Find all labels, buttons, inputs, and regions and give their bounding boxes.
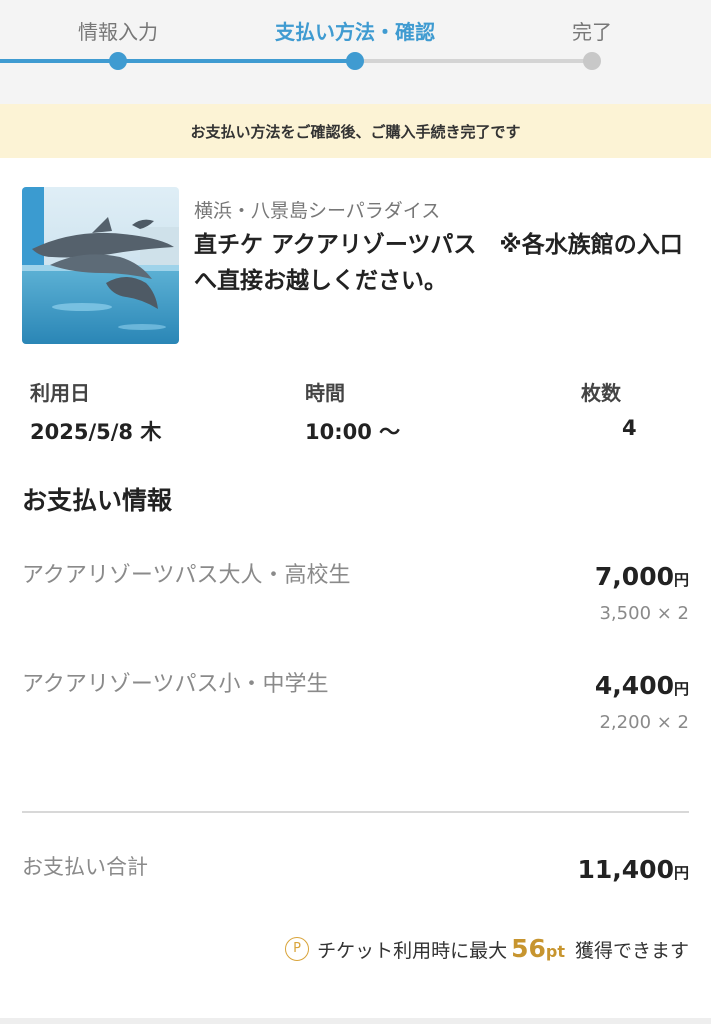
step-1-dot (109, 52, 127, 70)
total-price: 11,400円 (578, 855, 690, 884)
step-3-label: 完了 (572, 20, 612, 44)
total-label: お支払い合計 (22, 855, 148, 879)
step-progress-line-done (0, 59, 355, 63)
line-item-amount: 4,400 (594, 671, 674, 700)
date-value: 2025/5/8 木 (30, 420, 162, 444)
line-item-price: 4,400円 (595, 671, 689, 700)
points-suffix: 獲得できます (574, 940, 689, 962)
product-title: 直チケ アクアリゾーツパス ※各水族館の入口へ直接お越しください。 (194, 232, 683, 294)
dolphin-photo-icon (22, 187, 179, 344)
bottom-edge (0, 1018, 711, 1024)
line-item-name: アクアリゾーツパス小・中学生 (22, 672, 329, 697)
step-2-label: 支払い方法・確認 (275, 20, 435, 44)
divider (22, 811, 689, 813)
line-item-name: アクアリゾーツパス大人・高校生 (22, 563, 351, 588)
time-label: 時間 (305, 381, 345, 405)
points-icon: P (285, 936, 310, 961)
currency-unit: 円 (673, 571, 689, 589)
time-value: 10:00 〜 (305, 420, 401, 444)
points-unit: pt (545, 942, 565, 961)
step-1-label: 情報入力 (78, 20, 158, 44)
step-3-dot (583, 52, 601, 70)
product-image (22, 187, 179, 344)
line-item-amount: 7,000 (594, 562, 674, 591)
date-label: 利用日 (30, 381, 90, 405)
payment-section-title: お支払い情報 (22, 486, 173, 515)
venue-name: 横浜・八景島シーパラダイス (194, 200, 441, 222)
total-amount: 11,400 (577, 855, 674, 884)
points-value: 56 (511, 934, 546, 963)
progress-stepper: 情報入力 支払い方法・確認 完了 (0, 0, 711, 104)
quantity-value: 4 (622, 416, 637, 440)
points-prefix: チケット利用時に最大 (317, 940, 508, 962)
step-progress-line-todo (355, 59, 593, 63)
line-item-calc: 2,200 × 2 (599, 712, 689, 733)
line-item-calc: 3,500 × 2 (599, 603, 689, 624)
currency-unit: 円 (673, 680, 689, 698)
step-2-dot (346, 52, 364, 70)
line-item-price: 7,000円 (595, 562, 689, 591)
currency-unit: 円 (673, 864, 689, 882)
notice-banner: お支払い方法をご確認後、ご購入手続き完了です (0, 104, 711, 158)
quantity-label: 枚数 (581, 381, 621, 405)
points-info: P チケット利用時に最大 56 pt 獲得できます (285, 934, 689, 963)
